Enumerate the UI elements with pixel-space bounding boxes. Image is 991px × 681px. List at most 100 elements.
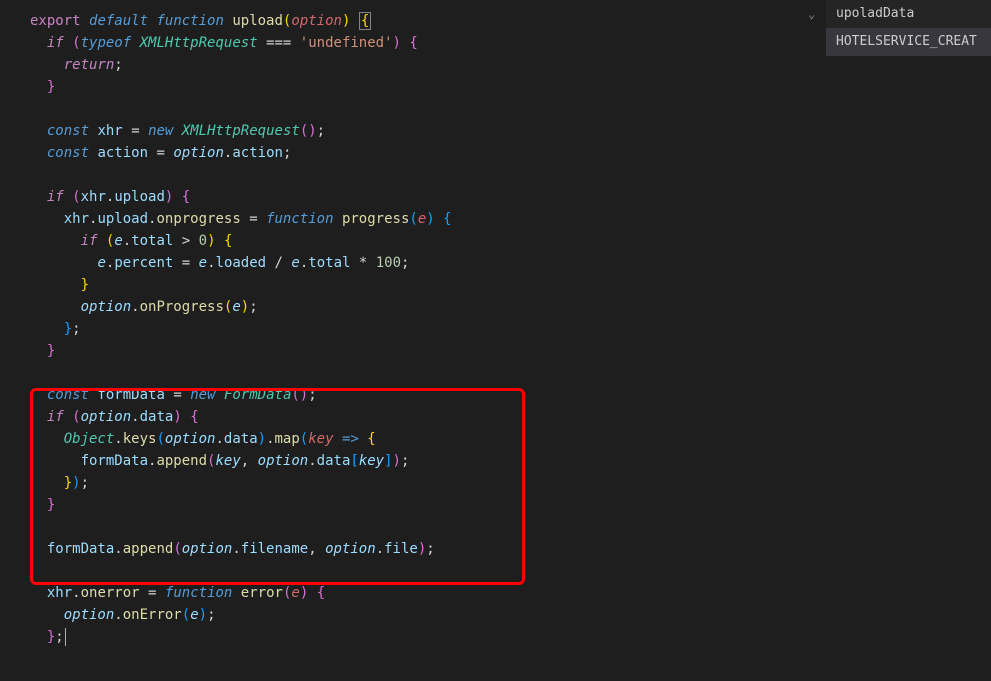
- method-call: keys: [123, 431, 157, 447]
- keyword-if: if: [47, 409, 64, 425]
- var-ref: xhr: [47, 585, 72, 601]
- var-ref: key: [215, 453, 240, 469]
- autocomplete-item[interactable]: ⌄ upoladData: [826, 0, 991, 28]
- code-line[interactable]: };: [20, 318, 991, 340]
- property: total: [131, 233, 173, 249]
- var-ref: formData: [47, 541, 114, 557]
- var-name: xhr: [97, 123, 122, 139]
- number-literal: 0: [199, 233, 207, 249]
- property: file: [384, 541, 418, 557]
- function-name: error: [241, 585, 283, 601]
- param: e: [418, 211, 426, 227]
- var-ref: e: [291, 255, 299, 271]
- code-line[interactable]: formData.append(option.filename, option.…: [20, 538, 991, 560]
- code-line[interactable]: const action = option.action;: [20, 142, 991, 164]
- keyword-return: return: [64, 57, 115, 73]
- code-line[interactable]: return;: [20, 54, 991, 76]
- method-call: map: [275, 431, 300, 447]
- property: action: [232, 145, 283, 161]
- code-line[interactable]: xhr.onerror = function error(e) {: [20, 582, 991, 604]
- var-name: action: [97, 145, 148, 161]
- var-ref: option: [182, 541, 233, 557]
- number-literal: 100: [376, 255, 401, 271]
- code-line[interactable]: if (e.total > 0) {: [20, 230, 991, 252]
- keyword-typeof: typeof: [81, 35, 132, 51]
- param: key: [308, 431, 333, 447]
- var-ref: e: [199, 255, 207, 271]
- autocomplete-item-selected[interactable]: HOTELSERVICE_CREAT: [826, 28, 991, 56]
- property: filename: [241, 541, 308, 557]
- var-ref: xhr: [81, 189, 106, 205]
- code-line[interactable]: [20, 98, 991, 120]
- var-ref: option: [64, 607, 115, 623]
- code-line[interactable]: }: [20, 76, 991, 98]
- text-cursor: [65, 628, 66, 646]
- code-line[interactable]: option.onError(e);: [20, 604, 991, 626]
- code-line[interactable]: if (option.data) {: [20, 406, 991, 428]
- property: total: [308, 255, 350, 271]
- param: e: [291, 585, 299, 601]
- autocomplete-panel[interactable]: ⌄ upoladData HOTELSERVICE_CREAT: [826, 0, 991, 56]
- property: upload: [97, 211, 148, 227]
- keyword-function: function: [165, 585, 232, 601]
- code-line[interactable]: [20, 516, 991, 538]
- class-ref: XMLHttpRequest: [182, 123, 300, 139]
- method-call: onProgress: [140, 299, 224, 315]
- code-line[interactable]: Object.keys(option.data).map(key => {: [20, 428, 991, 450]
- code-line[interactable]: const formData = new FormData();: [20, 384, 991, 406]
- keyword-if: if: [47, 189, 64, 205]
- keyword-function: function: [266, 211, 333, 227]
- property: onerror: [81, 585, 140, 601]
- var-ref: option: [173, 145, 224, 161]
- code-line[interactable]: e.percent = e.loaded / e.total * 100;: [20, 252, 991, 274]
- code-line[interactable]: xhr.upload.onprogress = function progres…: [20, 208, 991, 230]
- var-ref: e: [97, 255, 105, 271]
- property: onprogress: [156, 211, 240, 227]
- keyword-new: new: [190, 387, 215, 403]
- code-line[interactable]: }: [20, 494, 991, 516]
- code-line[interactable]: [20, 560, 991, 582]
- code-line[interactable]: const xhr = new XMLHttpRequest();: [20, 120, 991, 142]
- property: upload: [114, 189, 165, 205]
- var-ref: option: [325, 541, 376, 557]
- keyword-new: new: [148, 123, 173, 139]
- var-ref: xhr: [64, 211, 89, 227]
- method-call: append: [156, 453, 207, 469]
- var-name: formData: [97, 387, 164, 403]
- code-line[interactable]: option.onProgress(e);: [20, 296, 991, 318]
- function-name: progress: [342, 211, 409, 227]
- var-ref: e: [190, 607, 198, 623]
- property: data: [224, 431, 258, 447]
- keyword-const: const: [47, 145, 89, 161]
- class-ref: FormData: [224, 387, 291, 403]
- function-name: upload: [232, 13, 283, 29]
- property: loaded: [216, 255, 267, 271]
- param: option: [291, 13, 342, 29]
- method-call: onError: [123, 607, 182, 623]
- var-ref: option: [81, 409, 132, 425]
- string-literal: 'undefined': [300, 35, 393, 51]
- class-ref: Object: [64, 431, 115, 447]
- var-ref: e: [114, 233, 122, 249]
- code-line[interactable]: if (xhr.upload) {: [20, 186, 991, 208]
- code-line[interactable]: [20, 164, 991, 186]
- keyword-const: const: [47, 387, 89, 403]
- code-line[interactable]: }: [20, 274, 991, 296]
- suggestion-label: HOTELSERVICE_CREAT: [836, 31, 977, 53]
- code-line[interactable]: formData.append(key, option.data[key]);: [20, 450, 991, 472]
- code-line[interactable]: };: [20, 626, 991, 648]
- method-call: append: [123, 541, 174, 557]
- code-line[interactable]: }: [20, 340, 991, 362]
- var-ref: option: [258, 453, 309, 469]
- var-ref: key: [359, 453, 384, 469]
- var-ref: option: [81, 299, 132, 315]
- code-line[interactable]: [20, 362, 991, 384]
- property: percent: [114, 255, 173, 271]
- code-line[interactable]: });: [20, 472, 991, 494]
- keyword-if: if: [47, 35, 64, 51]
- var-ref: formData: [81, 453, 148, 469]
- keyword-function: function: [156, 13, 223, 29]
- class-ref: XMLHttpRequest: [140, 35, 258, 51]
- property: data: [140, 409, 174, 425]
- code-editor[interactable]: export default function upload(option) {…: [0, 0, 991, 658]
